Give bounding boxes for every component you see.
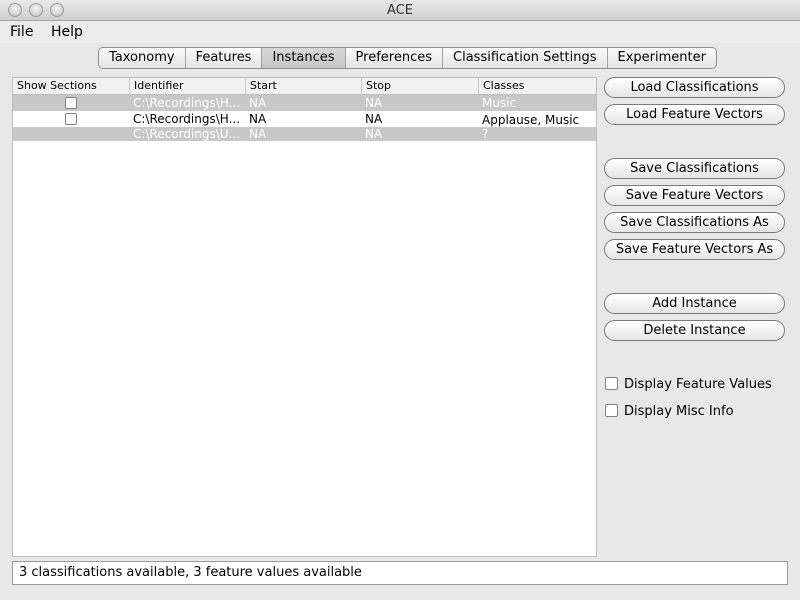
cell-identifier: C:\Recordings\U... (133, 127, 241, 141)
tab-experimenter[interactable]: Experimenter (608, 48, 716, 68)
tab-instances[interactable]: Instances (262, 48, 346, 68)
load-classifications-button[interactable]: Load Classifications (604, 77, 785, 98)
save-classifications-button[interactable]: Save Classifications (604, 158, 785, 179)
cell-classes: ? (482, 127, 489, 141)
tab-taxonomy[interactable]: Taxonomy (99, 48, 186, 68)
save-feature-vectors-as-button[interactable]: Save Feature Vectors As (604, 239, 785, 260)
instances-table[interactable]: Show Sections Identifier Start Stop Clas… (12, 77, 597, 557)
cell-classes: Applause, Music (482, 113, 580, 127)
show-sections-checkbox[interactable] (65, 113, 77, 125)
cell-start: NA (249, 112, 267, 126)
display-feature-values-checkbox[interactable]: Display Feature Values (605, 377, 772, 393)
cell-stop: NA (365, 127, 383, 141)
tab-preferences[interactable]: Preferences (346, 48, 444, 68)
cell-start: NA (249, 127, 267, 141)
load-feature-vectors-button[interactable]: Load Feature Vectors (604, 104, 785, 125)
cell-start: NA (249, 96, 267, 110)
cell-identifier: C:\Recordings\H... (133, 112, 241, 126)
window-title: ACE (387, 3, 413, 18)
tab-classification-settings[interactable]: Classification Settings (443, 48, 608, 68)
cell-stop: NA (365, 96, 383, 110)
cell-stop: NA (365, 112, 383, 126)
table-row[interactable]: C:\Recordings\U... NA NA ? (13, 127, 596, 141)
column-header-stop[interactable]: Stop (362, 78, 479, 94)
column-header-start[interactable]: Start (246, 78, 362, 94)
display-misc-info-label: Display Misc Info (624, 404, 734, 419)
column-header-show-sections[interactable]: Show Sections (13, 78, 130, 94)
cell-classes: Music (482, 96, 517, 110)
table-header: Show Sections Identifier Start Stop Clas… (13, 78, 596, 95)
display-misc-info-checkbox[interactable]: Display Misc Info (605, 404, 734, 420)
menu-help[interactable]: Help (51, 24, 83, 40)
column-header-identifier[interactable]: Identifier (130, 78, 246, 94)
checkbox-box[interactable] (605, 404, 618, 417)
tab-bar: Taxonomy Features Instances Preferences … (98, 47, 717, 69)
column-header-classes[interactable]: Classes (479, 78, 596, 94)
status-field: 3 classifications available, 3 feature v… (12, 561, 788, 585)
cell-identifier: C:\Recordings\H... (133, 96, 241, 110)
menu-file[interactable]: File (10, 24, 33, 40)
show-sections-checkbox[interactable] (65, 97, 77, 109)
menu-bar: File Help (0, 21, 800, 43)
save-classifications-as-button[interactable]: Save Classifications As (604, 212, 785, 233)
display-feature-values-label: Display Feature Values (624, 377, 772, 392)
add-instance-button[interactable]: Add Instance (604, 293, 785, 314)
checkbox-box[interactable] (605, 377, 618, 390)
tab-features[interactable]: Features (186, 48, 263, 68)
delete-instance-button[interactable]: Delete Instance (604, 320, 785, 341)
table-row[interactable]: C:\Recordings\H... NA NA Music (13, 95, 596, 111)
title-bar: ACE (0, 0, 800, 21)
save-feature-vectors-button[interactable]: Save Feature Vectors (604, 185, 785, 206)
table-row[interactable]: C:\Recordings\H... NA NA Applause, Music (13, 111, 596, 127)
